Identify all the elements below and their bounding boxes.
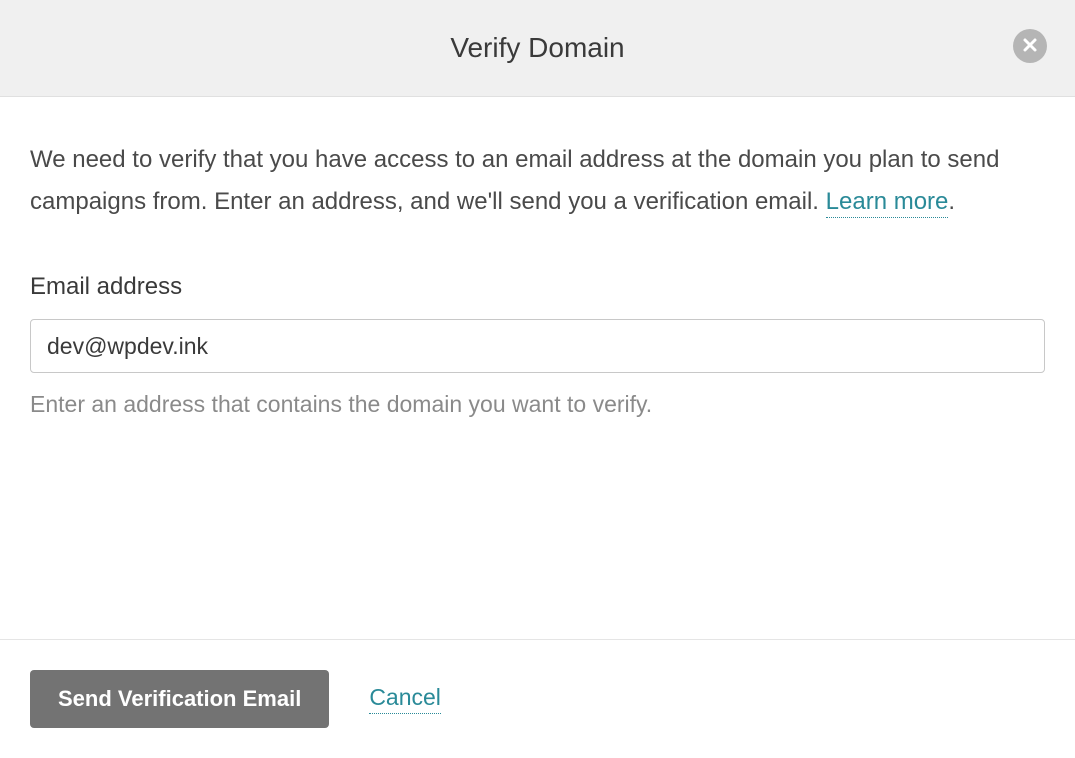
email-helper-text: Enter an address that contains the domai… bbox=[30, 391, 1045, 418]
email-label: Email address bbox=[30, 273, 1045, 301]
cancel-link[interactable]: Cancel bbox=[369, 684, 441, 714]
description-text: We need to verify that you have access t… bbox=[30, 139, 1045, 223]
email-field-group: Email address Enter an address that cont… bbox=[30, 273, 1045, 418]
learn-more-link[interactable]: Learn more bbox=[826, 188, 949, 218]
modal-header: Verify Domain bbox=[0, 0, 1075, 97]
modal-title: Verify Domain bbox=[450, 32, 624, 64]
send-verification-button[interactable]: Send Verification Email bbox=[30, 670, 329, 728]
email-input[interactable] bbox=[30, 319, 1045, 373]
modal-body: We need to verify that you have access t… bbox=[0, 97, 1075, 639]
description-period: . bbox=[948, 188, 955, 215]
close-button[interactable] bbox=[1013, 29, 1047, 63]
modal-footer: Send Verification Email Cancel bbox=[0, 639, 1075, 758]
close-icon bbox=[1022, 37, 1038, 56]
